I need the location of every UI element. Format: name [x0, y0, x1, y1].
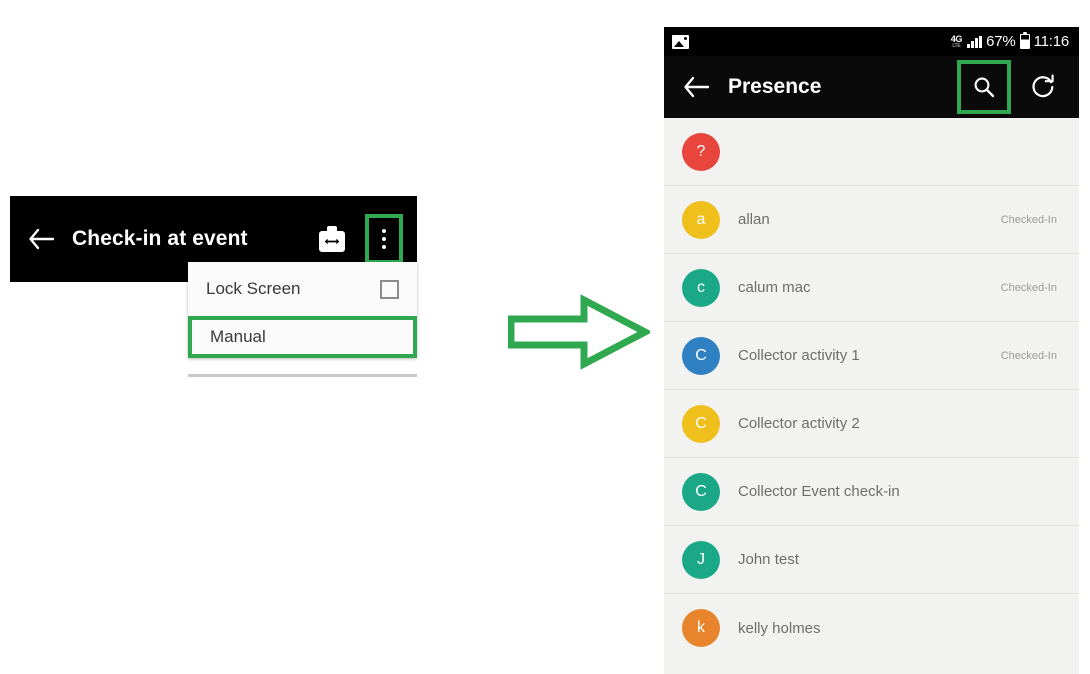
right-back-button[interactable]	[664, 76, 728, 98]
status-bar-clock: 11:16	[1033, 33, 1070, 50]
battery-icon	[1019, 32, 1030, 49]
signal-bar	[967, 43, 971, 48]
avatar: c	[682, 268, 720, 307]
arrow-back-icon	[29, 228, 54, 250]
person-name: Collector activity 1	[738, 347, 860, 364]
status-bar-right: 4G LTE 67% 11:16	[951, 32, 1070, 50]
network-type-indicator: 4G LTE	[951, 34, 963, 49]
status-badge: Checked-In	[1000, 281, 1057, 294]
lock-screen-checkbox[interactable]	[380, 279, 399, 299]
person-row[interactable]: c calum mac Checked-In	[664, 254, 1079, 322]
swap-badge-icon[interactable]	[319, 226, 345, 252]
presence-people-list[interactable]: ? a allan Checked-In c calum mac Checked-In C Co…	[664, 118, 1079, 662]
arrow-right-icon	[508, 294, 650, 370]
status-bar: 4G LTE 67% 11:16	[664, 27, 1079, 56]
refresh-icon	[1032, 74, 1054, 98]
avatar: k	[682, 609, 720, 647]
avatar: C	[682, 336, 720, 375]
avatar: ?	[682, 132, 720, 171]
overflow-menu-button[interactable]	[365, 214, 403, 264]
avatar: a	[682, 200, 720, 239]
menu-bottom-divider	[188, 374, 417, 377]
person-name: calum mac	[738, 279, 811, 296]
person-row[interactable]: a allan Checked-In	[664, 186, 1079, 254]
overflow-dropdown-menu: Lock Screen Manual	[188, 262, 417, 358]
double-arrow-glyph	[324, 238, 340, 245]
battery-percent-label: 67%	[986, 33, 1016, 50]
photo-icon	[672, 34, 689, 49]
menu-item-label: Manual	[210, 327, 266, 346]
overflow-dot	[382, 229, 386, 233]
person-row[interactable]: ?	[664, 118, 1079, 186]
avatar: C	[682, 404, 720, 443]
right-phone-screen: 4G LTE 67% 11:16 Presence ? a allan Chec…	[664, 27, 1079, 674]
menu-item-lock-screen[interactable]: Lock Screen	[188, 262, 417, 316]
search-icon	[974, 77, 995, 98]
right-app-bar: Presence	[664, 56, 1079, 118]
person-row[interactable]: C Collector Event check-in	[664, 458, 1079, 526]
person-name: allan	[738, 211, 770, 228]
left-back-button[interactable]	[10, 228, 72, 250]
person-name: Collector activity 2	[738, 415, 860, 432]
person-row[interactable]: C Collector activity 1 Checked-In	[664, 322, 1079, 390]
avatar: C	[682, 472, 720, 511]
status-badge: Checked-In	[1000, 349, 1057, 362]
arrow-back-icon	[684, 76, 709, 98]
signal-bar	[979, 35, 983, 48]
status-bar-left	[672, 34, 689, 49]
network-type-sublabel: LTE	[952, 42, 961, 49]
person-name: kelly holmes	[738, 619, 821, 637]
signal-bar	[975, 37, 979, 48]
menu-item-label: Lock Screen	[206, 279, 301, 298]
left-page-title: Check-in at event	[72, 227, 248, 250]
person-name: John test	[738, 551, 799, 568]
right-page-title: Presence	[728, 75, 822, 98]
avatar: J	[682, 540, 720, 579]
signal-bars-icon	[967, 35, 983, 48]
person-row[interactable]: k kelly holmes	[664, 594, 1079, 662]
overflow-dot	[382, 245, 386, 249]
person-row[interactable]: C Collector activity 2	[664, 390, 1079, 458]
person-row[interactable]: J John test	[664, 526, 1079, 594]
menu-item-manual[interactable]: Manual	[188, 316, 417, 358]
person-name: Collector Event check-in	[738, 483, 900, 500]
signal-bar	[971, 40, 975, 48]
refresh-button[interactable]	[1021, 60, 1065, 114]
overflow-dot	[382, 237, 386, 241]
search-button[interactable]	[957, 60, 1011, 114]
status-badge: Checked-In	[1000, 213, 1057, 226]
